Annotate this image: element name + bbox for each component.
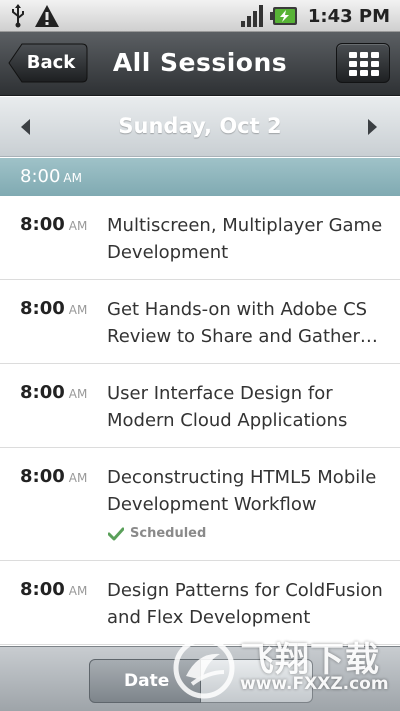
session-row[interactable]: 8:00 AM Get Hands-on with Adobe CS Review…	[0, 280, 400, 364]
session-title: Deconstructing HTML5 Mobile Development …	[107, 467, 377, 515]
scheduled-label: Scheduled	[130, 526, 207, 541]
back-button[interactable]: Back	[8, 43, 88, 83]
session-time: 8:00 AM	[20, 214, 87, 235]
watermark: 飞翔下载 www.FXXZ.com	[172, 628, 392, 708]
battery-charging-icon	[269, 5, 298, 27]
time-section-label: 8:00 AM	[20, 158, 82, 196]
watermark-url: www.FXXZ.com	[240, 674, 389, 694]
session-title: User Interface Design for Modern Cloud A…	[107, 383, 348, 431]
chevron-right-icon[interactable]	[364, 117, 380, 137]
session-ampm: AM	[68, 387, 88, 401]
session-row[interactable]: 8:00 AM Multiscreen, Multiplayer Game Dev…	[0, 196, 400, 280]
session-time: 8:00 AM	[20, 382, 87, 403]
session-time-value: 8:00	[20, 382, 65, 403]
chevron-left-icon[interactable]	[18, 117, 34, 137]
status-time: 1:43 PM	[307, 5, 390, 27]
session-ampm: AM	[68, 303, 88, 317]
action-bar: Back All Sessions	[0, 32, 400, 96]
date-navigator: Sunday, Oct 2	[0, 97, 400, 157]
watermark-logo-icon	[173, 637, 235, 699]
checkmark-icon	[108, 527, 124, 540]
session-list: 8:00 AM Multiscreen, Multiplayer Game Dev…	[0, 196, 400, 646]
session-time-value: 8:00	[20, 466, 65, 487]
session-title: Multiscreen, Multiplayer Game Developmen…	[107, 215, 383, 263]
session-row[interactable]: 8:00 AM Deconstructing HTML5 Mobile Devel…	[0, 448, 400, 561]
session-ampm: AM	[68, 471, 88, 485]
session-title: Design Patterns for ColdFusion and Flex …	[107, 580, 383, 628]
signal-icon	[240, 4, 264, 28]
status-bar: 1:43 PM	[0, 0, 400, 32]
session-time-value: 8:00	[20, 298, 65, 319]
menu-grid-button[interactable]	[336, 43, 390, 83]
section-time: 8:00	[20, 166, 61, 187]
page-title: All Sessions	[112, 48, 288, 77]
section-ampm: AM	[63, 171, 82, 185]
session-ampm: AM	[68, 219, 88, 233]
session-time: 8:00 AM	[20, 298, 87, 319]
warning-icon	[34, 4, 60, 28]
usb-icon	[10, 4, 26, 28]
session-row[interactable]: 8:00 AM User Interface Design for Modern …	[0, 364, 400, 448]
grid-icon	[349, 52, 379, 76]
session-time: 8:00 AM	[20, 466, 87, 487]
time-section-header: 8:00 AM	[0, 158, 400, 196]
session-title: Get Hands-on with Adobe CS Review to Sha…	[107, 299, 378, 347]
session-time-value: 8:00	[20, 214, 65, 235]
session-time-value: 8:00	[20, 579, 65, 600]
scheduled-badge: Scheduled	[108, 526, 206, 541]
current-date-label: Sunday, Oct 2	[118, 114, 282, 138]
session-time: 8:00 AM	[20, 579, 87, 600]
session-ampm: AM	[68, 584, 88, 598]
back-button-label: Back	[26, 52, 76, 73]
